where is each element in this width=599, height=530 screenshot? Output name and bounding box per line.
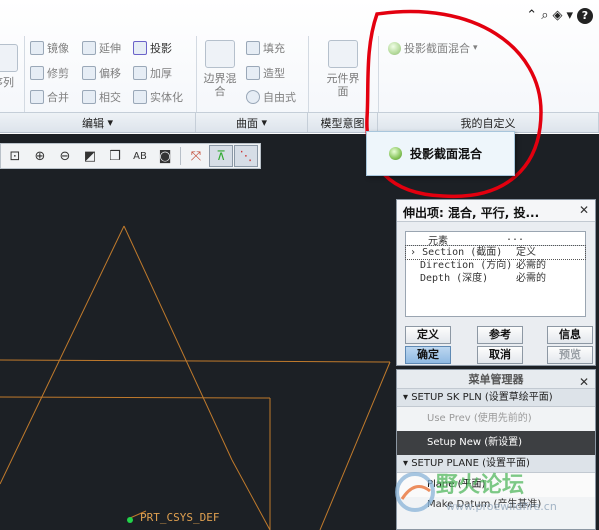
mirror-icon xyxy=(30,41,44,55)
cube-icon: ❒ xyxy=(109,148,121,164)
graphics-toolbar: ⊡ ⊕ ⊖ ◩ ❒ AB ◙ ⤧ ⊼ ⋱ xyxy=(0,143,261,169)
dialog-title: 伸出项: 混合, 平行, 投... ✕ xyxy=(397,200,595,222)
sketch-line xyxy=(0,396,271,399)
pattern-button[interactable]: 序列 xyxy=(0,44,20,89)
ok-button[interactable]: 确定 xyxy=(405,346,451,364)
trim-icon xyxy=(30,66,44,80)
solidify-icon xyxy=(133,90,147,104)
solidify-button[interactable]: 实体化 xyxy=(133,89,183,105)
camera-icon: ◙ xyxy=(158,148,172,164)
menu-item-plane[interactable]: Plane (平面) xyxy=(397,473,595,497)
close-icon[interactable]: ✕ xyxy=(579,203,589,217)
column-element: 元素 xyxy=(428,236,448,247)
mirror-button[interactable]: 镜像 xyxy=(30,40,69,56)
pattern-label: 序列 xyxy=(0,76,14,89)
zoom-out-icon: ⊖ xyxy=(59,148,71,164)
separator xyxy=(24,36,25,112)
offset-button[interactable]: 偏移 xyxy=(82,65,121,81)
element-row[interactable]: Direction (方向) 必需的 xyxy=(406,259,585,272)
project-button[interactable]: 投影 xyxy=(133,40,172,56)
saved-views-button[interactable]: ◙ xyxy=(153,145,177,167)
annotation-icon: AB xyxy=(133,150,147,162)
projected-section-blend-popup[interactable]: 投影截面混合 xyxy=(366,131,515,176)
menu-item-setup-new[interactable]: Setup New (新设置) xyxy=(397,431,595,455)
style-button[interactable]: 造型 xyxy=(246,65,285,81)
datum-icon: ⤧ xyxy=(190,148,202,164)
extend-icon xyxy=(82,41,96,55)
display-style-button[interactable]: ❒ xyxy=(103,145,127,167)
sketch-line xyxy=(0,225,125,485)
points-icon: ⋱ xyxy=(239,148,253,164)
chevron-right-icon: › xyxy=(410,247,417,258)
thicken-icon xyxy=(133,66,147,80)
intersect-icon xyxy=(82,90,96,104)
style-icon xyxy=(246,66,260,80)
preview-button[interactable]: 预览 xyxy=(547,346,593,364)
menu-manager: 菜单管理器 ✕ ▾ SETUP SK PLN (设置草绘平面) Use Prev… xyxy=(396,369,596,530)
separator xyxy=(196,36,197,112)
csys-marker xyxy=(127,517,133,523)
offset-icon xyxy=(82,66,96,80)
sketch-line xyxy=(319,361,391,530)
trim-button[interactable]: 修剪 xyxy=(30,65,69,81)
cancel-button[interactable]: 取消 xyxy=(477,346,523,364)
element-list-header: 元素 ... xyxy=(406,232,585,247)
pattern-icon xyxy=(0,44,18,72)
element-list[interactable]: 元素 ... › Section (截面) 定义 Direction (方向) … xyxy=(405,231,586,317)
sketch-line xyxy=(123,225,233,461)
group-surface-label[interactable]: 曲面 ▾ xyxy=(196,112,308,132)
freeform-button[interactable]: 自由式 xyxy=(246,89,296,105)
freeform-icon xyxy=(246,90,260,104)
fill-icon xyxy=(246,41,260,55)
close-icon[interactable]: ✕ xyxy=(579,373,589,392)
element-row[interactable]: Depth (深度) 必需的 xyxy=(406,272,585,285)
boundary-blend-button[interactable]: 边界混合 xyxy=(202,40,238,98)
repaint-icon: ◩ xyxy=(83,148,97,164)
help-icon[interactable]: ? xyxy=(577,8,593,24)
section-setup-sk-pln[interactable]: ▾ SETUP SK PLN (设置草绘平面) xyxy=(397,389,595,407)
refit-button[interactable]: ⊡ xyxy=(3,145,27,167)
datum-display-button[interactable]: ⤧ xyxy=(184,145,208,167)
menu-item-use-prev[interactable]: Use Prev (使用先前的) xyxy=(397,407,595,431)
zoom-fit-icon: ⊡ xyxy=(9,148,21,164)
boundary-blend-icon xyxy=(205,40,235,68)
section-setup-plane[interactable]: ▾ SETUP PLANE (设置平面) xyxy=(397,455,595,473)
spin-center-icon: ⊼ xyxy=(216,148,226,164)
intersect-button[interactable]: 相交 xyxy=(82,89,121,105)
project-icon xyxy=(133,41,147,55)
point-display-button[interactable]: ⋱ xyxy=(234,145,258,167)
define-button[interactable]: 定义 xyxy=(405,326,451,344)
info-button[interactable]: 信息 xyxy=(547,326,593,344)
repaint-button[interactable]: ◩ xyxy=(78,145,102,167)
separator xyxy=(180,147,181,165)
menu-item-make-datum[interactable]: Make Datum (产生基准) xyxy=(397,497,595,513)
element-row[interactable]: › Section (截面) 定义 xyxy=(405,245,586,260)
separator xyxy=(308,36,309,112)
chevron-down-icon[interactable]: ▾ xyxy=(566,7,573,25)
component-interface-icon xyxy=(328,40,358,68)
zoom-in-icon: ⊕ xyxy=(34,148,46,164)
merge-icon xyxy=(30,90,44,104)
extend-button[interactable]: 延伸 xyxy=(82,40,121,56)
zoom-out-button[interactable]: ⊖ xyxy=(53,145,77,167)
merge-button[interactable]: 合并 xyxy=(30,89,69,105)
popup-label: 投影截面混合 xyxy=(410,147,483,161)
annotation-display-button[interactable]: AB xyxy=(128,145,152,167)
csys-label: PRT_CSYS_DEF xyxy=(140,511,220,524)
thicken-button[interactable]: 加厚 xyxy=(133,65,172,81)
sketch-line xyxy=(231,459,271,530)
protrusion-dialog: 伸出项: 混合, 平行, 投... ✕ 元素 ... › Section (截面… xyxy=(396,199,596,366)
reference-button[interactable]: 参考 xyxy=(477,326,523,344)
column-info: ... xyxy=(506,232,525,243)
menu-manager-title: 菜单管理器 ✕ xyxy=(397,370,595,389)
zoom-in-button[interactable]: ⊕ xyxy=(28,145,52,167)
red-annotation-ellipse xyxy=(365,9,543,199)
fill-button[interactable]: 填充 xyxy=(246,40,285,56)
spin-center-button[interactable]: ⊼ xyxy=(209,145,233,167)
green-ball-icon xyxy=(389,147,402,160)
group-edit-label[interactable]: 编辑 ▾ xyxy=(0,112,196,132)
